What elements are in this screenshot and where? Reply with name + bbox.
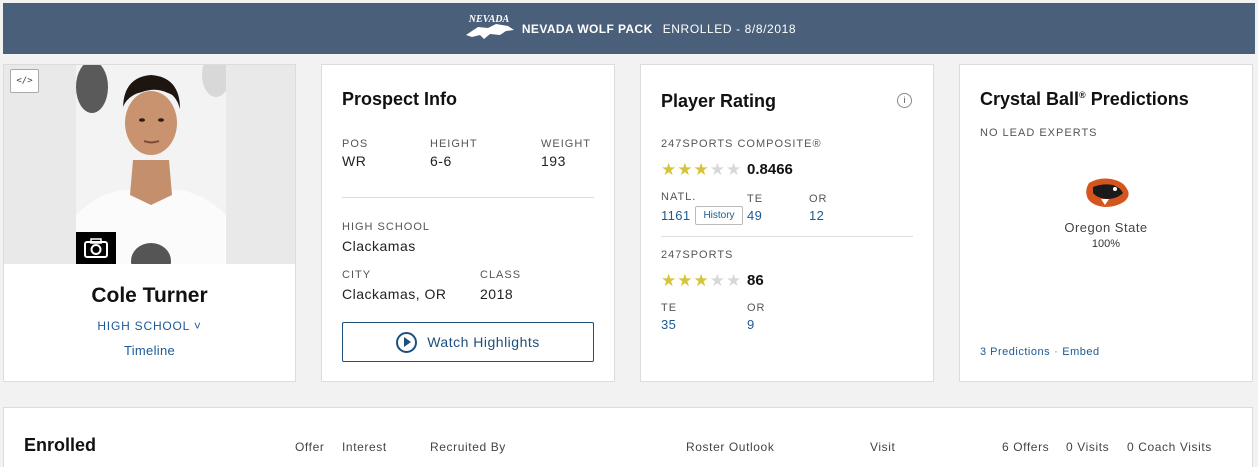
prospect-info-card: Prospect Info POS WR HEIGHT 6-6 WEIGHT 1…	[321, 64, 615, 382]
star-icon: ★	[693, 160, 709, 179]
star-icon: ★	[677, 271, 693, 290]
player-name: Cole Turner	[91, 284, 208, 307]
banner-team-name: NEVADA WOLF PACK	[521, 21, 653, 36]
composite-label: 247SPORTS COMPOSITE®	[661, 138, 822, 150]
pos-label: POS	[342, 138, 369, 150]
position-rank-value[interactable]: 35	[661, 317, 676, 332]
svg-text:NEVADA: NEVADA	[468, 14, 510, 25]
watch-highlights-button[interactable]: Watch Highlights	[342, 322, 594, 362]
predicted-team-name[interactable]: Oregon State	[960, 220, 1252, 235]
height-value: 6-6	[430, 153, 452, 169]
national-rank-value[interactable]: 1161	[661, 208, 691, 223]
prospect-info-title: Prospect Info	[342, 89, 458, 109]
player-rating-title: Player Rating	[661, 91, 777, 111]
school-banner: NEVADA NEVADA WOLF PACK ENROLLED - 8/8/2…	[3, 3, 1255, 54]
column-interest[interactable]: Interest	[342, 440, 387, 454]
star-icon: ★	[661, 271, 677, 290]
footer-separator: ·	[1054, 346, 1059, 358]
city-label: CITY	[342, 269, 372, 281]
timeline-link[interactable]: Timeline	[4, 343, 295, 358]
high-school-dropdown[interactable]: HIGH SCHOOL ˅	[4, 319, 295, 333]
rating-divider	[661, 236, 913, 237]
weight-value: 193	[541, 153, 566, 169]
star-icon: ★	[661, 160, 677, 179]
column-roster-outlook[interactable]: Roster Outlook	[686, 440, 774, 454]
predicted-team-percent: 100%	[1091, 238, 1121, 250]
banner-enrollment-status: ENROLLED - 8/8/2018	[662, 21, 797, 36]
nevada-wolf-logo-icon: NEVADA	[465, 14, 514, 39]
prospect-divider	[342, 197, 594, 198]
enrolled-title: Enrolled	[24, 435, 97, 455]
247sports-stars: ★ ★ ★ ★ ★	[661, 272, 742, 289]
column-visit[interactable]: Visit	[870, 440, 895, 454]
star-empty-icon: ★	[726, 160, 742, 179]
weight-label: WEIGHT	[541, 138, 591, 150]
composite-score: 0.8466	[747, 161, 793, 178]
player-profile-card: </> Cole Turner HIGH SCHOOL ˅ Timeline	[3, 64, 296, 382]
position-rank-label: TE	[747, 193, 764, 205]
state-rank-value[interactable]: 9	[747, 317, 755, 332]
high-school-value: Clackamas	[342, 238, 416, 254]
star-empty-icon: ★	[709, 160, 725, 179]
no-lead-experts-label: NO LEAD EXPERTS	[980, 127, 1098, 139]
star-empty-icon: ★	[709, 271, 725, 290]
class-label: CLASS	[480, 269, 522, 281]
oregon-state-beaver-icon	[1086, 178, 1129, 207]
247sports-label: 247SPORTS	[661, 249, 734, 261]
national-rank-label: NATL.	[661, 191, 697, 203]
star-icon: ★	[677, 160, 693, 179]
coach-visits-count[interactable]: 0 Coach Visits	[1127, 440, 1212, 454]
camera-icon[interactable]	[76, 232, 116, 264]
player-rating-card: Player Rating i 247SPORTS COMPOSITE® ★ ★…	[640, 64, 934, 382]
crystal-ball-footer: 3 Predictions · Embed	[980, 346, 1100, 358]
247sports-score: 86	[747, 272, 764, 289]
state-rank-label: OR	[809, 193, 828, 205]
high-school-label: HIGH SCHOOL	[342, 221, 431, 233]
offers-count[interactable]: 6 Offers	[1002, 440, 1049, 454]
pos-value: WR	[342, 153, 367, 169]
embed-toggle-button[interactable]: </>	[10, 69, 39, 93]
column-offer[interactable]: Offer	[295, 440, 324, 454]
star-icon: ★	[693, 271, 709, 290]
composite-stars: ★ ★ ★ ★ ★	[661, 161, 742, 178]
predictions-link[interactable]: 3 Predictions	[980, 346, 1050, 358]
embed-link[interactable]: Embed	[1062, 346, 1099, 358]
crystal-ball-card: Crystal Ball® Predictions NO LEAD EXPERT…	[959, 64, 1253, 382]
crystal-ball-title: Crystal Ball® Predictions	[980, 89, 1189, 109]
state-rank-label: OR	[747, 302, 766, 314]
enrolled-section: Enrolled Offer Interest Recruited By Ros…	[3, 407, 1253, 467]
play-icon	[396, 331, 418, 353]
column-recruited-by[interactable]: Recruited By	[430, 440, 506, 454]
position-rank-label: TE	[661, 302, 678, 314]
watch-highlights-label: Watch Highlights	[427, 334, 540, 350]
photo-area: </>	[4, 65, 295, 264]
visits-count[interactable]: 0 Visits	[1066, 440, 1109, 454]
star-empty-icon: ★	[726, 271, 742, 290]
position-rank-value[interactable]: 49	[747, 208, 762, 223]
history-button[interactable]: History	[695, 206, 743, 225]
state-rank-value[interactable]: 12	[809, 208, 824, 223]
height-label: HEIGHT	[430, 138, 478, 150]
city-value: Clackamas, OR	[342, 286, 447, 302]
info-icon[interactable]: i	[897, 93, 912, 108]
class-value: 2018	[480, 286, 514, 302]
